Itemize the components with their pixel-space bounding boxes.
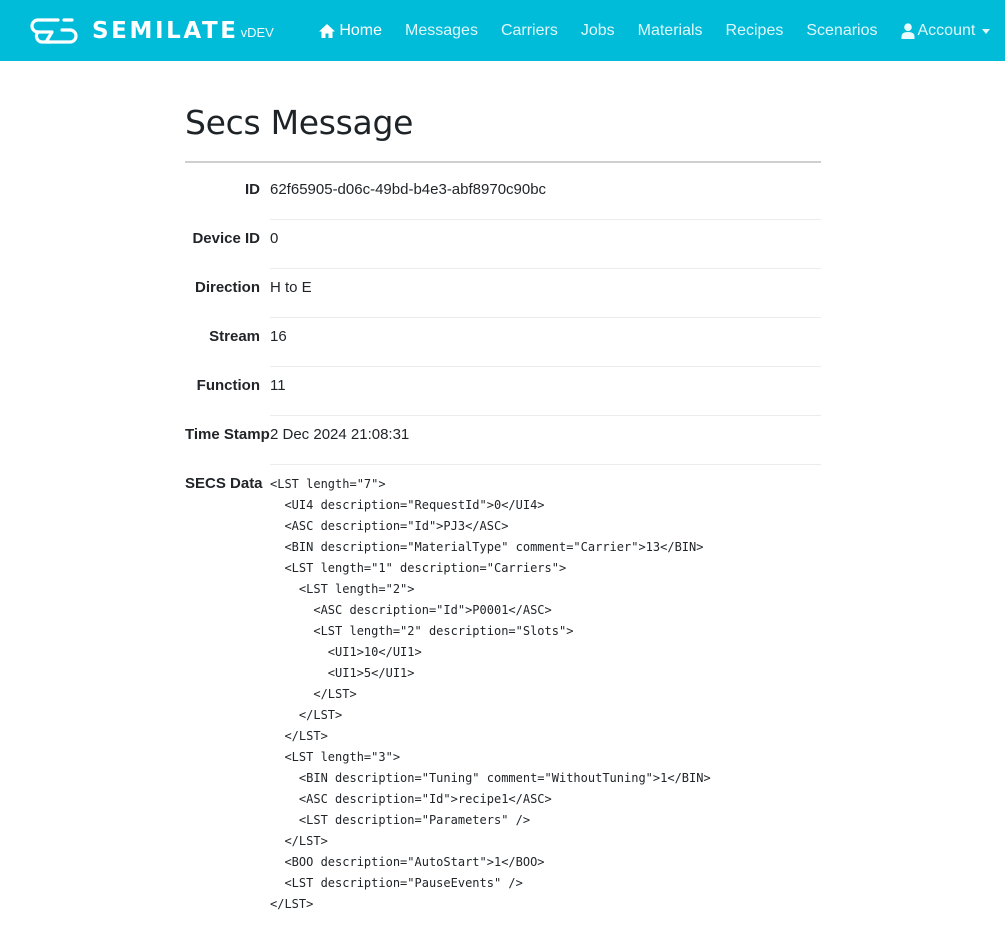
field-row-timestamp: Time Stamp 2 Dec 2024 21:08:31: [185, 425, 821, 474]
nav-recipes[interactable]: Recipes: [714, 22, 795, 40]
nav-account-label: Account: [917, 21, 976, 39]
field-row-direction: Direction H to E: [185, 278, 821, 327]
semilate-logo-icon: [30, 17, 78, 44]
field-row-secs-data: SECS Data <LST length="7"> <UI4 descript…: [185, 474, 821, 943]
field-row-id: ID 62f65905-d06c-49bd-b4e3-abf8970c90bc: [185, 180, 821, 229]
nav-materials[interactable]: Materials: [626, 22, 714, 40]
caret-down-icon: [982, 28, 991, 34]
field-label: Direction: [194, 279, 260, 296]
field-label: Function: [196, 377, 260, 394]
home-icon: [319, 23, 336, 38]
message-details: ID 62f65905-d06c-49bd-b4e3-abf8970c90bc …: [185, 180, 821, 943]
field-value-function: 11: [270, 376, 821, 416]
field-row-device-id: Device ID 0: [185, 229, 821, 278]
brand-version: vDEV: [240, 24, 274, 40]
field-row-function: Function 11: [185, 376, 821, 425]
main-content: Secs Message ID 62f65905-d06c-49bd-b4e3-…: [185, 3, 821, 943]
field-label: Time Stamp: [185, 426, 270, 443]
nav-scenarios[interactable]: Scenarios: [795, 22, 889, 40]
field-value-device-id: 0: [270, 229, 821, 269]
nav-home[interactable]: Home: [307, 22, 394, 40]
nav-home-label: Home: [339, 21, 383, 39]
field-value-direction: H to E: [270, 278, 821, 318]
field-row-stream: Stream 16: [185, 327, 821, 376]
nav-carriers[interactable]: Carriers: [489, 22, 569, 40]
field-label: SECS Data: [185, 475, 263, 492]
nav-account-dropdown[interactable]: Account: [889, 22, 1002, 40]
field-value-id: 62f65905-d06c-49bd-b4e3-abf8970c90bc: [270, 180, 821, 220]
nav-messages[interactable]: Messages: [394, 22, 490, 40]
field-label: Device ID: [192, 230, 260, 247]
field-label: Stream: [209, 328, 260, 345]
field-value-secs-data: <LST length="7"> <UI4 description="Reque…: [270, 474, 821, 934]
brand-name: SEMILATE: [92, 17, 239, 44]
secs-data-code: <LST length="7"> <UI4 description="Reque…: [270, 477, 711, 911]
nav-jobs[interactable]: Jobs: [569, 22, 626, 40]
main-nav: Home Messages Carriers Jobs Materials Re…: [307, 22, 1002, 40]
user-icon: [901, 22, 914, 39]
brand-link[interactable]: SEMILATE vDEV: [28, 16, 274, 46]
field-value-stream: 16: [270, 327, 821, 367]
field-label: ID: [245, 181, 260, 198]
field-value-timestamp: 2 Dec 2024 21:08:31: [270, 425, 821, 465]
